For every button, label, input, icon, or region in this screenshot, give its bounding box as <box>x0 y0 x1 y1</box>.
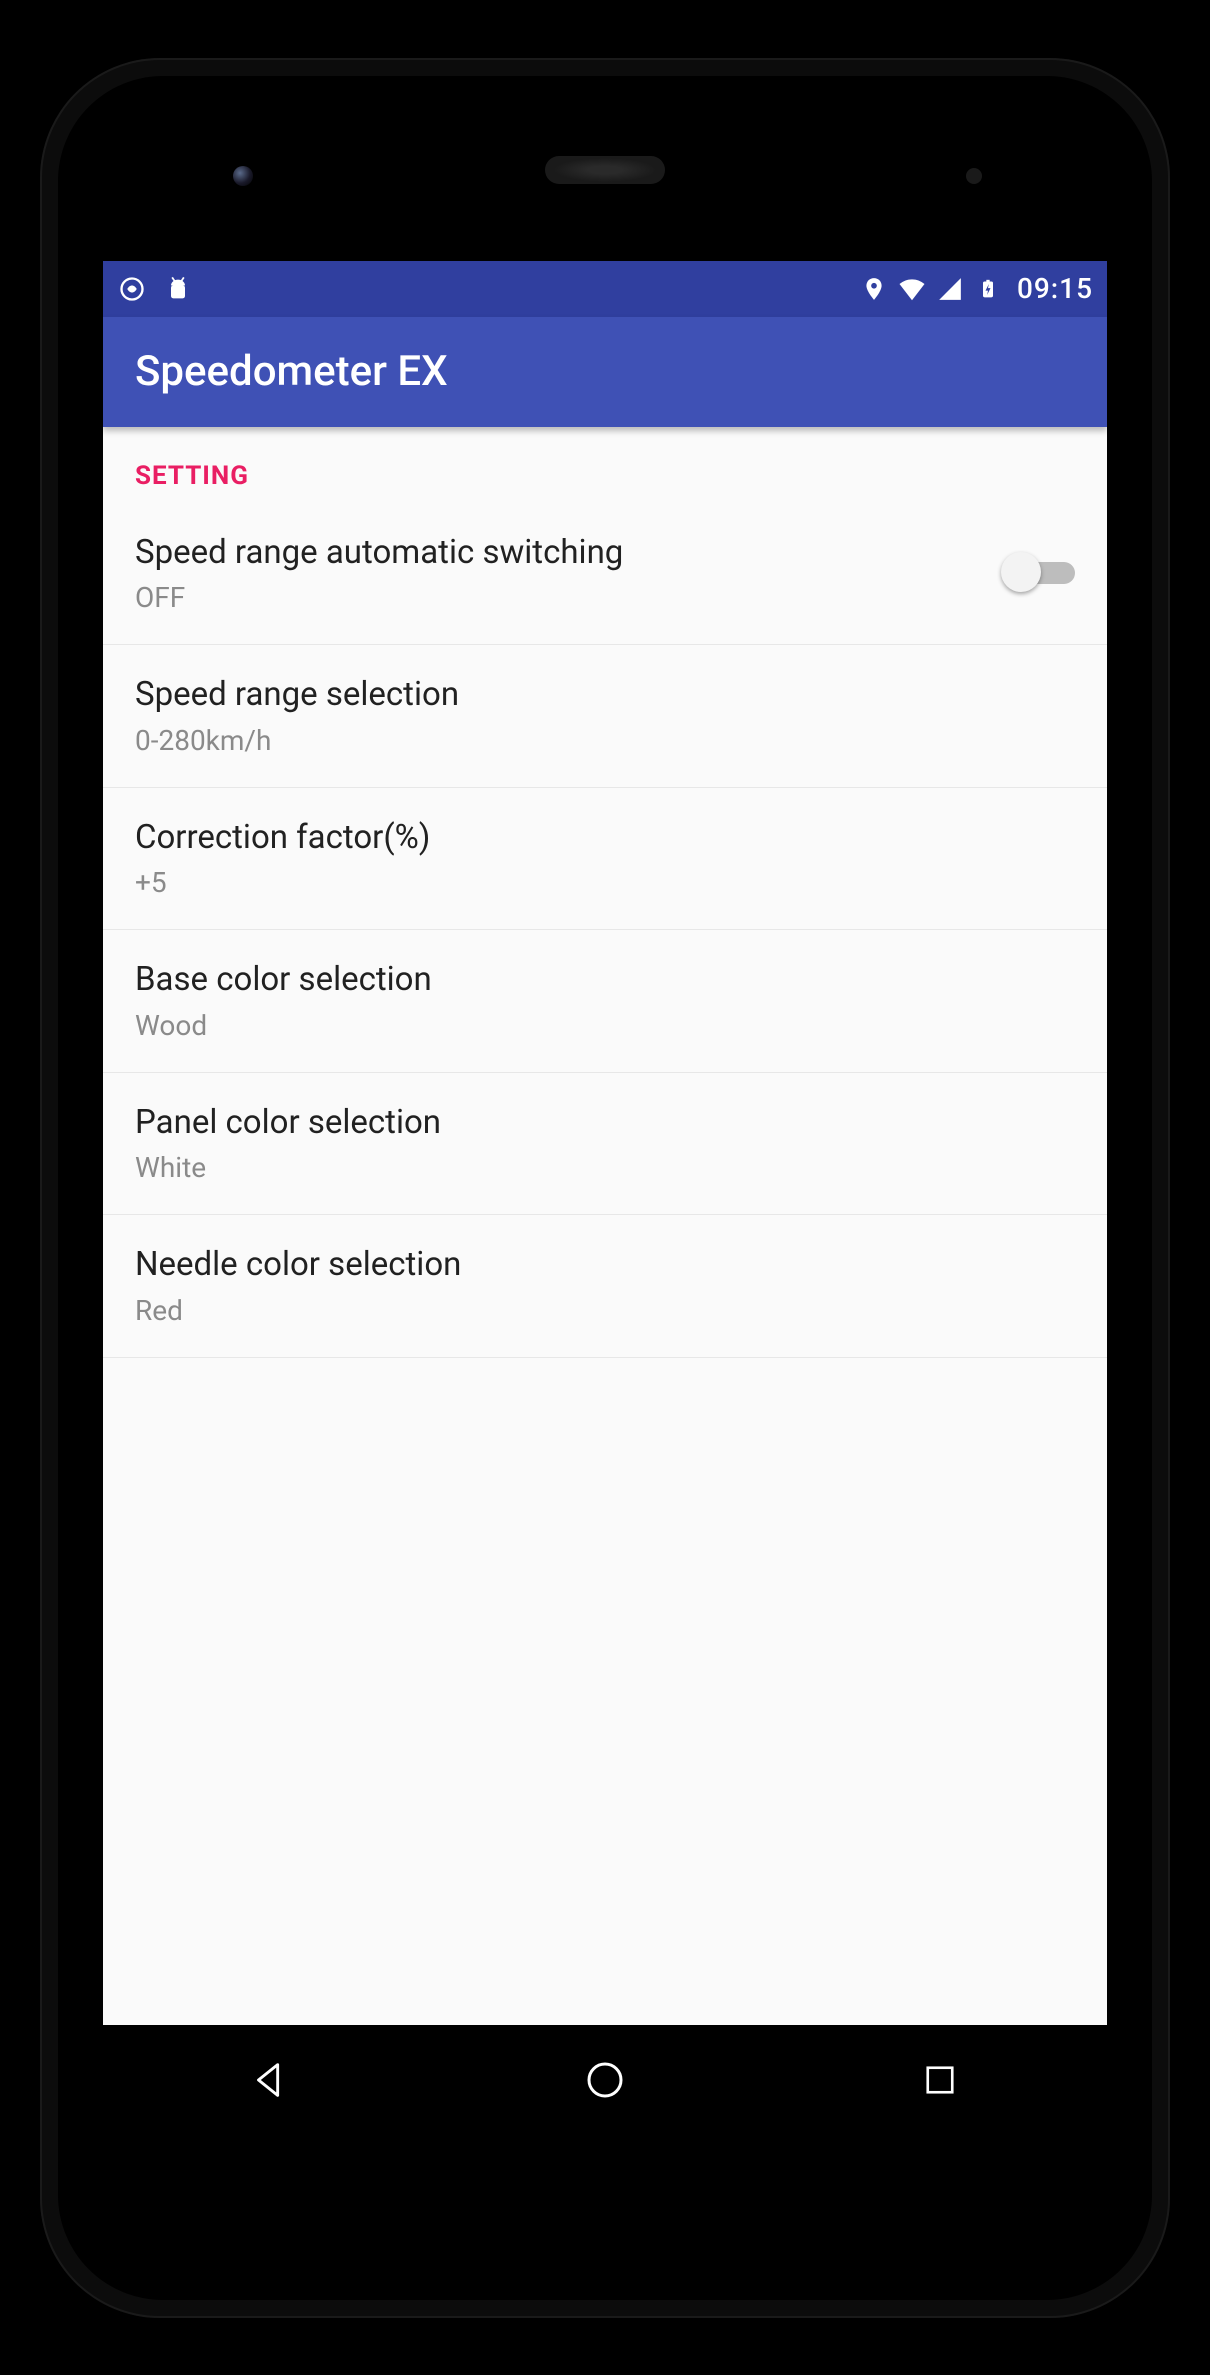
location-icon <box>859 274 889 304</box>
navigation-bar <box>103 2025 1107 2135</box>
wifi-icon <box>897 274 927 304</box>
back-icon <box>247 2057 293 2103</box>
setting-value: White <box>135 1151 1075 1184</box>
status-bar: 09:15 <box>103 261 1107 317</box>
setting-base-color[interactable]: Base color selection Wood <box>103 930 1107 1073</box>
setting-value: Wood <box>135 1009 1075 1042</box>
setting-correction-factor[interactable]: Correction factor(%) +5 <box>103 788 1107 931</box>
app-title: Speedometer EX <box>135 347 448 396</box>
recent-icon <box>919 2059 961 2101</box>
setting-needle-color[interactable]: Needle color selection Red <box>103 1215 1107 1358</box>
battery-charging-icon <box>973 274 1003 304</box>
earpiece <box>545 156 665 184</box>
phone-frame: 09:15 Speedometer EX SETTING Speed range… <box>40 58 1170 2318</box>
nav-recent-button[interactable] <box>910 2050 970 2110</box>
setting-value: Red <box>135 1294 1075 1327</box>
setting-title: Needle color selection <box>135 1243 1075 1288</box>
proximity-sensor <box>966 168 982 184</box>
setting-title: Base color selection <box>135 958 1075 1003</box>
section-header: SETTING <box>103 427 1107 503</box>
nav-home-button[interactable] <box>575 2050 635 2110</box>
setting-title: Speed range automatic switching <box>135 531 1001 576</box>
setting-panel-color[interactable]: Panel color selection White <box>103 1073 1107 1216</box>
home-icon <box>581 2056 629 2104</box>
setting-speed-range-selection[interactable]: Speed range selection 0-280km/h <box>103 645 1107 788</box>
switch-auto-range[interactable] <box>1001 552 1075 592</box>
setting-row-empty <box>103 1358 1107 1478</box>
setting-value: OFF <box>135 581 1001 614</box>
setting-value: +5 <box>135 866 1075 899</box>
settings-list[interactable]: SETTING Speed range automatic switching … <box>103 427 1107 1478</box>
screen: 09:15 Speedometer EX SETTING Speed range… <box>103 261 1107 2135</box>
front-camera <box>233 166 253 186</box>
sync-icon <box>117 274 147 304</box>
setting-title: Speed range selection <box>135 673 1075 718</box>
setting-title: Panel color selection <box>135 1101 1075 1146</box>
nav-back-button[interactable] <box>240 2050 300 2110</box>
setting-title: Correction factor(%) <box>135 816 1075 861</box>
android-icon <box>163 274 193 304</box>
setting-speed-range-auto[interactable]: Speed range automatic switching OFF <box>103 503 1107 646</box>
app-bar: Speedometer EX <box>103 317 1107 427</box>
status-time: 09:15 <box>1017 272 1093 305</box>
cell-icon <box>935 274 965 304</box>
setting-value: 0-280km/h <box>135 724 1075 757</box>
